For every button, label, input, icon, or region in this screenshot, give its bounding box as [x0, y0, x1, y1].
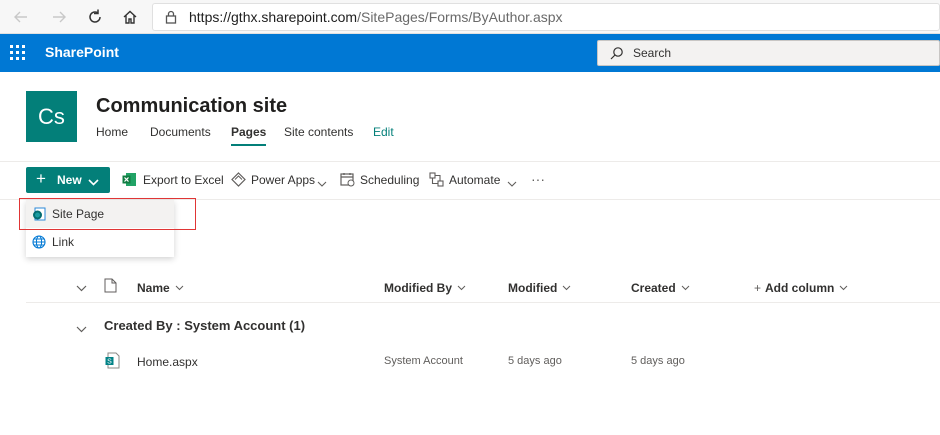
list-header: Name Modified By Modified Created + Add c… [0, 272, 940, 302]
calendar-icon [340, 172, 355, 190]
globe-icon [32, 235, 46, 252]
file-name-link[interactable]: Home.aspx [137, 355, 198, 369]
chevron-down-icon [681, 280, 690, 294]
chevron-down-icon [839, 280, 848, 294]
chevron-down-icon [457, 280, 466, 294]
excel-icon [122, 172, 137, 190]
group-header: Created By : System Account (1) [0, 310, 940, 340]
column-created[interactable]: Created [631, 280, 690, 295]
chevron-down-icon [175, 280, 184, 294]
brand-link[interactable]: SharePoint [45, 44, 119, 60]
new-button[interactable]: + New [26, 167, 110, 193]
column-modified-by[interactable]: Modified By [384, 280, 466, 295]
search-icon [610, 46, 624, 65]
power-apps-button[interactable]: Power Apps [231, 167, 329, 193]
nav-documents[interactable]: Documents [150, 125, 211, 139]
search-box[interactable]: Search [597, 40, 940, 66]
site-logo[interactable]: Cs [26, 91, 77, 142]
suite-bar: SharePoint Search [0, 34, 940, 72]
nav-site-contents[interactable]: Site contents [284, 125, 353, 139]
nav-edit[interactable]: Edit [373, 125, 394, 139]
column-name-label: Name [137, 281, 170, 295]
automate-label: Automate [449, 173, 501, 187]
scheduling-button[interactable]: Scheduling [340, 167, 420, 193]
column-name[interactable]: Name [137, 280, 184, 295]
command-bar: + New Export to Excel Power Apps Schedul… [0, 163, 940, 197]
column-created-label: Created [631, 281, 676, 295]
url-host: https://gthx.sharepoint.com [189, 9, 358, 25]
column-modified-by-label: Modified By [384, 281, 452, 295]
search-placeholder: Search [633, 46, 672, 60]
more-icon: ··· [531, 171, 545, 187]
power-apps-icon [231, 172, 246, 190]
back-icon[interactable] [10, 6, 32, 28]
chevron-down-icon [562, 280, 571, 294]
export-label: Export to Excel [143, 173, 224, 187]
power-apps-label: Power Apps [251, 173, 316, 187]
table-row[interactable]: S Home.aspx System Account 5 days ago 5 … [0, 345, 940, 377]
add-column-label: Add column [765, 281, 835, 295]
site-title[interactable]: Communication site [96, 95, 287, 118]
lock-icon [165, 10, 177, 29]
collapse-all-icon[interactable] [76, 281, 87, 295]
divider [26, 302, 940, 303]
address-bar[interactable]: https://gthx.sharepoint.com/SitePages/Fo… [152, 3, 940, 31]
chevron-down-icon [88, 175, 99, 189]
app-launcher-icon[interactable] [10, 45, 26, 61]
home-icon[interactable] [119, 6, 141, 28]
automate-button[interactable]: Automate [429, 167, 521, 193]
plus-icon: + [754, 281, 762, 295]
refresh-icon[interactable] [84, 6, 106, 28]
group-label: Created By : System Account (1) [104, 318, 306, 333]
forward-icon[interactable] [48, 6, 70, 28]
menu-item-link[interactable]: Link [26, 228, 174, 256]
chevron-down-icon [317, 176, 327, 190]
column-modified-label: Modified [508, 281, 558, 295]
group-collapse-icon[interactable] [76, 320, 87, 338]
chevron-down-icon [507, 176, 517, 190]
browser-toolbar: https://gthx.sharepoint.com/SitePages/Fo… [0, 0, 940, 34]
add-column-button[interactable]: + Add column [754, 280, 848, 295]
aspx-file-icon: S [105, 352, 120, 374]
column-modified[interactable]: Modified [508, 280, 571, 295]
highlight-box [19, 198, 196, 230]
cell-created: 5 days ago [631, 355, 685, 367]
cell-modified: 5 days ago [508, 355, 562, 367]
nav-home[interactable]: Home [96, 125, 128, 139]
flow-icon [429, 172, 444, 190]
url-path: /SitePages/Forms/ByAuthor.aspx [357, 9, 563, 25]
nav-pages[interactable]: Pages [231, 125, 267, 146]
cell-modified-by[interactable]: System Account [384, 355, 463, 367]
divider [0, 161, 940, 162]
scheduling-label: Scheduling [360, 173, 420, 187]
svg-text:S: S [107, 359, 112, 366]
plus-icon: + [36, 169, 46, 188]
file-type-icon[interactable] [104, 278, 117, 296]
menu-item-label: Link [52, 235, 75, 249]
new-button-label: New [57, 173, 82, 187]
url-text: https://gthx.sharepoint.com/SitePages/Fo… [189, 9, 563, 25]
more-options-button[interactable]: ··· [531, 167, 551, 193]
export-to-excel-button[interactable]: Export to Excel [122, 167, 224, 193]
